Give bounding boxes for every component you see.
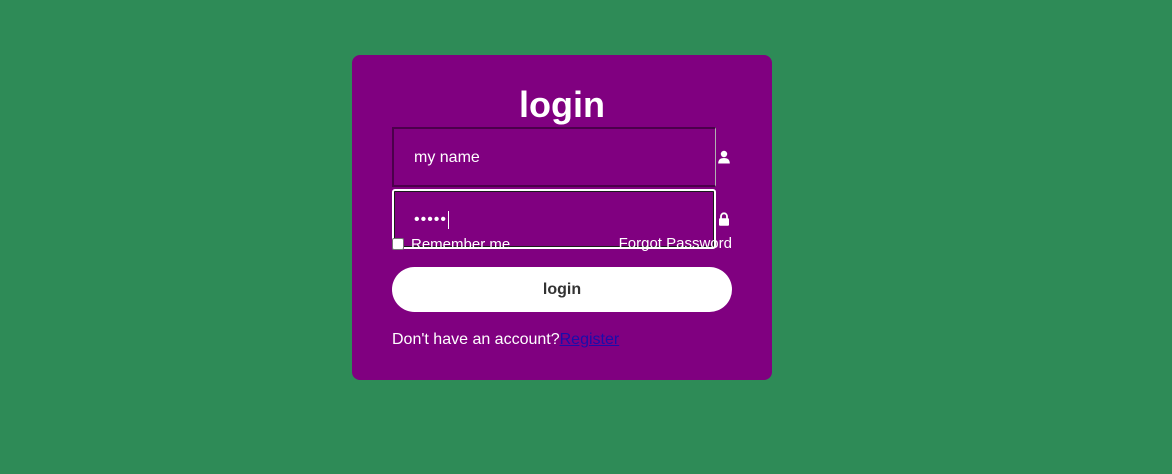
- no-account-text: Don't have an account?: [392, 331, 560, 348]
- remember-me-checkbox[interactable]: [392, 238, 404, 250]
- user-icon: [717, 150, 731, 164]
- login-title: login: [519, 84, 605, 125]
- remember-me-label: Remember me: [411, 235, 511, 253]
- login-card: login my name ••••• Remember me Forgot P…: [352, 55, 772, 380]
- text-caret: [448, 210, 450, 229]
- remember-me: Remember me: [392, 235, 511, 253]
- lock-icon: [717, 212, 731, 226]
- register-link[interactable]: Register: [560, 331, 620, 348]
- login-button[interactable]: login: [392, 267, 732, 312]
- username-input[interactable]: my name: [392, 127, 716, 187]
- forgot-password-link[interactable]: Forgot Password: [619, 236, 732, 252]
- username-value: my name: [414, 149, 480, 166]
- password-masked-value: •••••: [414, 211, 448, 228]
- register-row: Don't have an account?Register: [392, 331, 619, 349]
